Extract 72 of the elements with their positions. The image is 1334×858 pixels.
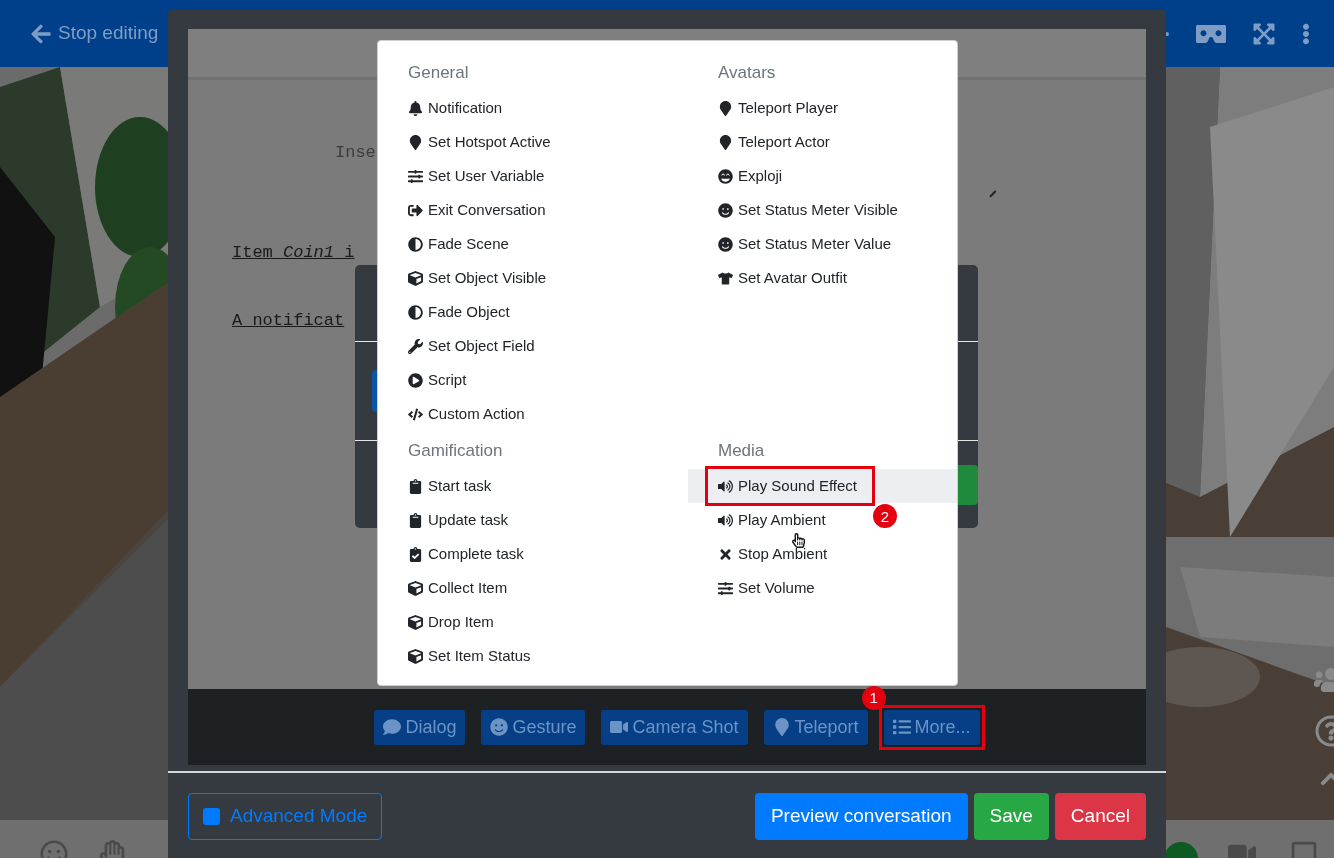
clipboard-icon [408,478,423,494]
placeholder-text: Inse [335,142,376,164]
menu-item-label: Set Item Status [428,645,531,666]
contrast-icon [408,236,423,252]
map-pin-icon [718,100,733,116]
menu-item-label: Set Object Field [428,335,535,356]
contrast-icon [408,304,423,320]
menu-item-label: Teleport Player [738,97,839,118]
cross-icon [718,546,733,562]
menu-item-label: Fade Scene [428,233,509,254]
menu-item-label: Play Ambient [738,509,826,530]
exit-icon [408,202,423,218]
sliders-icon [408,168,423,184]
section-heading: Media [717,440,766,463]
cube-icon [408,580,423,596]
section-heading: Avatars [717,62,777,85]
smile-icon [490,718,509,736]
menu-item-label: Set Volume [738,577,815,598]
sliders-icon [718,580,733,596]
clipboard-icon [408,512,423,528]
menu-item-label: Set Object Visible [428,267,547,288]
menu-item-label: Set Hotspot Active [428,131,551,152]
menu-item-label: Fade Object [428,301,510,322]
menu-item-label: Custom Action [428,403,525,424]
play-icon [408,372,423,388]
editor-line: Item Coin1 i [232,242,355,264]
speaker-icon [718,512,733,528]
wrench-icon [408,338,423,354]
pointer-cursor-icon [792,533,805,548]
menu-item-label: Set Status Meter Visible [738,199,898,220]
menu-item-label: Start task [428,475,492,496]
menu-item-label: Set User Variable [428,165,545,186]
map-pin-icon [772,718,791,736]
clipboard-check-icon [408,546,423,562]
cube-icon [408,270,423,286]
menu-item-label: Set Avatar Outfit [738,267,847,288]
section-heading: General [407,62,470,85]
menu-item-label: Drop Item [428,611,494,632]
shirt-icon [718,270,733,286]
menu-item-label: Teleport Actor [738,131,830,152]
footer-button[interactable]: Preview conversation [754,793,968,840]
menu-item-label: Exit Conversation [428,199,546,220]
menu-item-label: Play Sound Effect [738,475,857,496]
bell-icon [408,100,423,116]
smile-icon [718,202,733,218]
menu-item-label: Update task [428,509,509,530]
menu-item-label: Set Status Meter Value [738,233,892,254]
menu-item-label: Complete task [428,543,524,564]
menu-item-label: Exploji [738,165,783,186]
speaker-icon [718,478,733,494]
code-icon [408,406,423,422]
checkbox-icon [203,808,220,825]
list-icon [892,718,911,736]
menu-item-label: Script [428,369,467,390]
expand-icon[interactable] [1252,21,1276,46]
more-vertical-icon[interactable] [1302,22,1310,45]
arrow-left-icon [30,22,52,45]
menu-item-label: Stop Ambient [738,543,828,564]
back-link[interactable]: Stop editing [30,19,159,48]
smile-icon [718,236,733,252]
menu-item-label: Notification [428,97,503,118]
cube-icon [408,648,423,664]
map-pin-icon [408,134,423,150]
video-camera-icon [610,718,629,736]
editor-line: A notificat [232,310,345,332]
map-pin-icon [718,134,733,150]
cube-icon [408,614,423,630]
speech-bubble-icon [383,718,402,736]
grin-icon [718,168,733,184]
footer-button[interactable]: Cancel [1054,793,1146,840]
section-heading: Gamification [407,440,504,463]
menu-item-label: Collect Item [428,577,508,598]
